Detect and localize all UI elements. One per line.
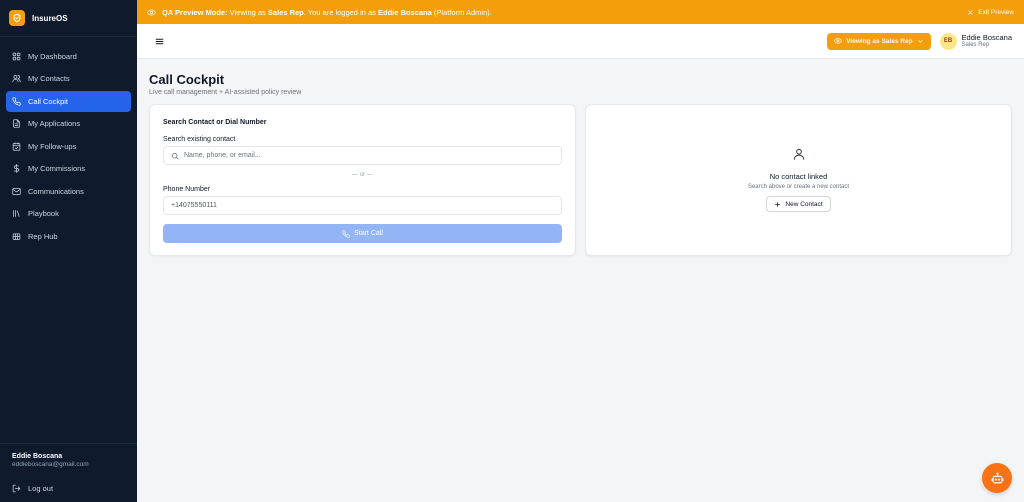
qa-banner-text: QA Preview Mode: Viewing as Sales Rep. Y…: [162, 8, 492, 17]
plus-icon: [775, 201, 781, 207]
sidebar-item-label: Communications: [28, 186, 84, 196]
cards-row: Search Contact or Dial Number Search exi…: [149, 104, 1012, 256]
main-area: QA Preview Mode: Viewing as Sales Rep. Y…: [137, 0, 1024, 502]
sidebar-item-my-contacts[interactable]: My Contacts: [6, 68, 131, 89]
calendar-icon: [12, 141, 21, 151]
or-separator: — or —: [352, 172, 373, 178]
qa-preview-banner: QA Preview Mode: Viewing as Sales Rep. Y…: [137, 0, 1024, 24]
bot-icon: [991, 472, 1003, 483]
sidebar-item-my-dashboard[interactable]: My Dashboard: [6, 46, 131, 67]
menu-toggle-button[interactable]: [155, 36, 165, 46]
sidebar-item-playbook[interactable]: Playbook: [6, 203, 131, 224]
sidebar-item-label: My Commissions: [28, 164, 86, 173]
topbar-user-role: Sales Rep: [961, 41, 990, 48]
topbar-user[interactable]: Eddie Boscana Sales Rep: [962, 34, 1012, 48]
search-icon: [171, 152, 179, 159]
phone-number-value: +14075550111: [171, 202, 217, 209]
start-call-label: Start Call: [354, 230, 383, 237]
eye-icon: [147, 8, 156, 16]
sidebar-item-communications[interactable]: Communications: [6, 181, 131, 202]
app-name: InsureOS: [32, 13, 68, 23]
qa-logged-in-name: Eddie Boscana: [378, 7, 432, 17]
sidebar: InsureOS My Dashboard My Contacts Call C…: [0, 0, 137, 502]
sidebar-item-my-commissions[interactable]: My Commissions: [6, 158, 131, 179]
sidebar-item-label: Rep Hub: [28, 231, 58, 241]
sidebar-item-my-follow-ups[interactable]: My Follow-ups: [6, 136, 131, 157]
logout-button[interactable]: Log out: [0, 474, 137, 502]
phone-icon: [12, 96, 21, 106]
phone-number-input[interactable]: +14075550111: [163, 196, 562, 215]
viewing-as-dropdown[interactable]: Viewing as Sales Rep: [827, 32, 931, 50]
logout-label: Log out: [28, 484, 54, 493]
dashboard-icon: [12, 52, 21, 60]
sidebar-user-name: Eddie Boscana: [12, 453, 63, 460]
search-label: Search existing contact: [163, 136, 236, 143]
contact-card: No contact linked Search above or create…: [585, 104, 1012, 256]
sidebar-user-email: eddieboscana@gmail.com: [12, 461, 89, 468]
sidebar-item-label: Playbook: [28, 209, 59, 218]
eye-icon: [834, 38, 843, 44]
chevron-down-icon: [917, 39, 923, 43]
sidebar-item-rep-hub[interactable]: Rep Hub: [6, 226, 131, 247]
page-title: Call Cockpit: [149, 72, 225, 87]
sidebar-item-label: Call Cockpit: [28, 96, 69, 106]
page-subtitle: Live call management + AI-assisted polic…: [149, 89, 302, 96]
qa-mode-label: QA Preview Mode:: [162, 7, 228, 17]
sidebar-item-call-cockpit[interactable]: Call Cockpit: [6, 90, 131, 112]
books-icon: [13, 210, 20, 217]
sidebar-user: Eddie Boscana eddieboscana@gmail.com: [0, 444, 137, 474]
dial-card: Search Contact or Dial Number Search exi…: [149, 104, 576, 256]
new-contact-label: New Contact: [785, 200, 823, 208]
brand[interactable]: InsureOS: [0, 0, 137, 36]
sidebar-item-label: My Follow-ups: [28, 141, 77, 151]
sidebar-nav: My Dashboard My Contacts Call Cockpit My…: [0, 37, 137, 247]
avatar[interactable]: EB: [939, 32, 957, 50]
topbar-user-name: Eddie Boscana: [961, 32, 1012, 42]
sidebar-item-label: My Applications: [28, 119, 81, 128]
contacts-icon: [12, 75, 21, 83]
no-contact-title: No contact linked: [769, 172, 828, 181]
user-icon: [792, 147, 806, 166]
close-icon: [968, 9, 973, 15]
qa-logged-in-prefix: . You are logged in as: [303, 7, 376, 17]
logout-icon: [12, 484, 21, 493]
dollar-icon: [13, 164, 20, 173]
phone-icon: [342, 229, 350, 238]
no-contact-subtitle: Search above or create a new contact: [747, 184, 850, 190]
sidebar-item-my-applications[interactable]: My Applications: [6, 113, 131, 134]
sidebar-footer: Eddie Boscana eddieboscana@gmail.com Log…: [0, 443, 137, 502]
file-icon: [13, 119, 20, 128]
assistant-bot-button[interactable]: [982, 463, 1012, 493]
exit-preview-button[interactable]: Exit Preview: [967, 9, 1014, 16]
qa-viewing-prefix: Viewing as: [229, 7, 266, 17]
qa-viewing-role: Sales Rep: [267, 7, 304, 17]
phone-number-label: Phone Number: [163, 186, 211, 193]
mail-icon: [12, 187, 21, 195]
qa-logged-in-suffix: (Platform Admin).: [433, 7, 492, 17]
search-placeholder: Name, phone, or email...: [184, 152, 261, 159]
topbar: Viewing as Sales Rep EB Eddie Boscana Sa…: [137, 24, 1024, 59]
sidebar-item-label: My Contacts: [28, 74, 70, 83]
dial-card-title: Search Contact or Dial Number: [163, 119, 267, 126]
shield-logo-icon: [9, 10, 25, 26]
new-contact-button[interactable]: New Contact: [766, 196, 831, 212]
start-call-button[interactable]: Start Call: [163, 224, 562, 243]
hub-icon: [12, 233, 21, 240]
exit-preview-label: Exit Preview: [978, 8, 1014, 16]
hamburger-icon: [155, 38, 164, 44]
contact-search-input[interactable]: Name, phone, or email...: [163, 146, 562, 165]
page-content: Call Cockpit Live call management + AI-a…: [137, 59, 1024, 256]
sidebar-item-label: My Dashboard: [28, 51, 77, 61]
viewing-as-label: Viewing as Sales Rep: [846, 37, 913, 45]
